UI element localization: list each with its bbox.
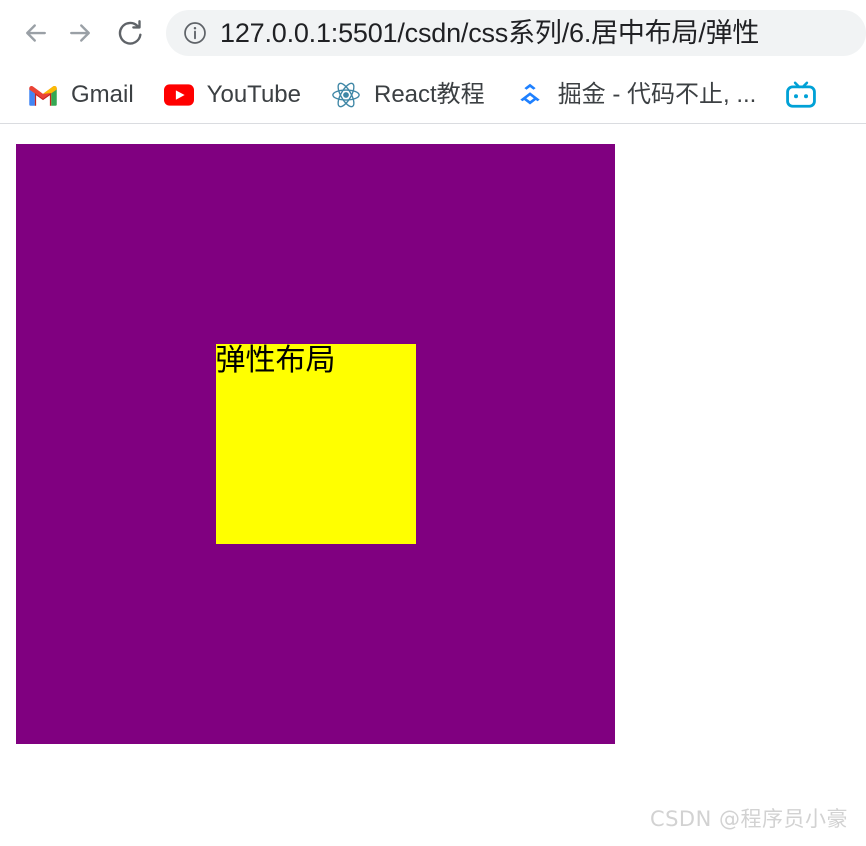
page-viewport: 弹性布局 CSDN @程序员小豪 [0,124,866,845]
back-button[interactable] [14,11,58,55]
bookmark-label: YouTube [206,80,301,108]
bookmark-label: Gmail [71,80,134,108]
youtube-icon [163,80,194,110]
arrow-right-icon [70,24,90,42]
arrow-left-icon [26,24,46,42]
gmail-icon [28,80,58,110]
csdn-watermark: CSDN @程序员小豪 [649,807,848,831]
forward-button[interactable] [58,11,102,55]
reload-button[interactable] [108,11,152,55]
bookmark-gmail[interactable]: Gmail [18,75,144,115]
bookmarks-bar: Gmail YouTube React教程 掘金 - 代码不止, ... [0,66,866,124]
bookmark-label: React教程 [373,80,485,108]
flex-container: 弹性布局 [16,144,615,744]
browser-toolbar: 127.0.0.1:5501/csdn/css系列/6.居中布局/弹性 [0,0,866,66]
bookmark-label: 掘金 - 代码不止, ... [557,80,757,108]
info-circle-icon[interactable] [182,20,208,46]
bookmark-youtube[interactable]: YouTube [154,75,311,115]
bookmark-juejin[interactable]: 掘金 - 代码不止, ... [505,75,767,115]
bilibili-icon [786,80,817,110]
bookmark-bilibili[interactable] [776,75,829,115]
reload-icon [118,20,142,45]
juejin-icon [515,80,545,110]
react-icon [331,80,361,110]
bookmark-react[interactable]: React教程 [321,75,495,115]
browser-chrome: 127.0.0.1:5501/csdn/css系列/6.居中布局/弹性 Gmai… [0,0,866,124]
flex-item: 弹性布局 [215,344,416,544]
address-bar[interactable]: 127.0.0.1:5501/csdn/css系列/6.居中布局/弹性 [166,10,866,56]
url-text: 127.0.0.1:5501/csdn/css系列/6.居中布局/弹性 [220,17,760,48]
